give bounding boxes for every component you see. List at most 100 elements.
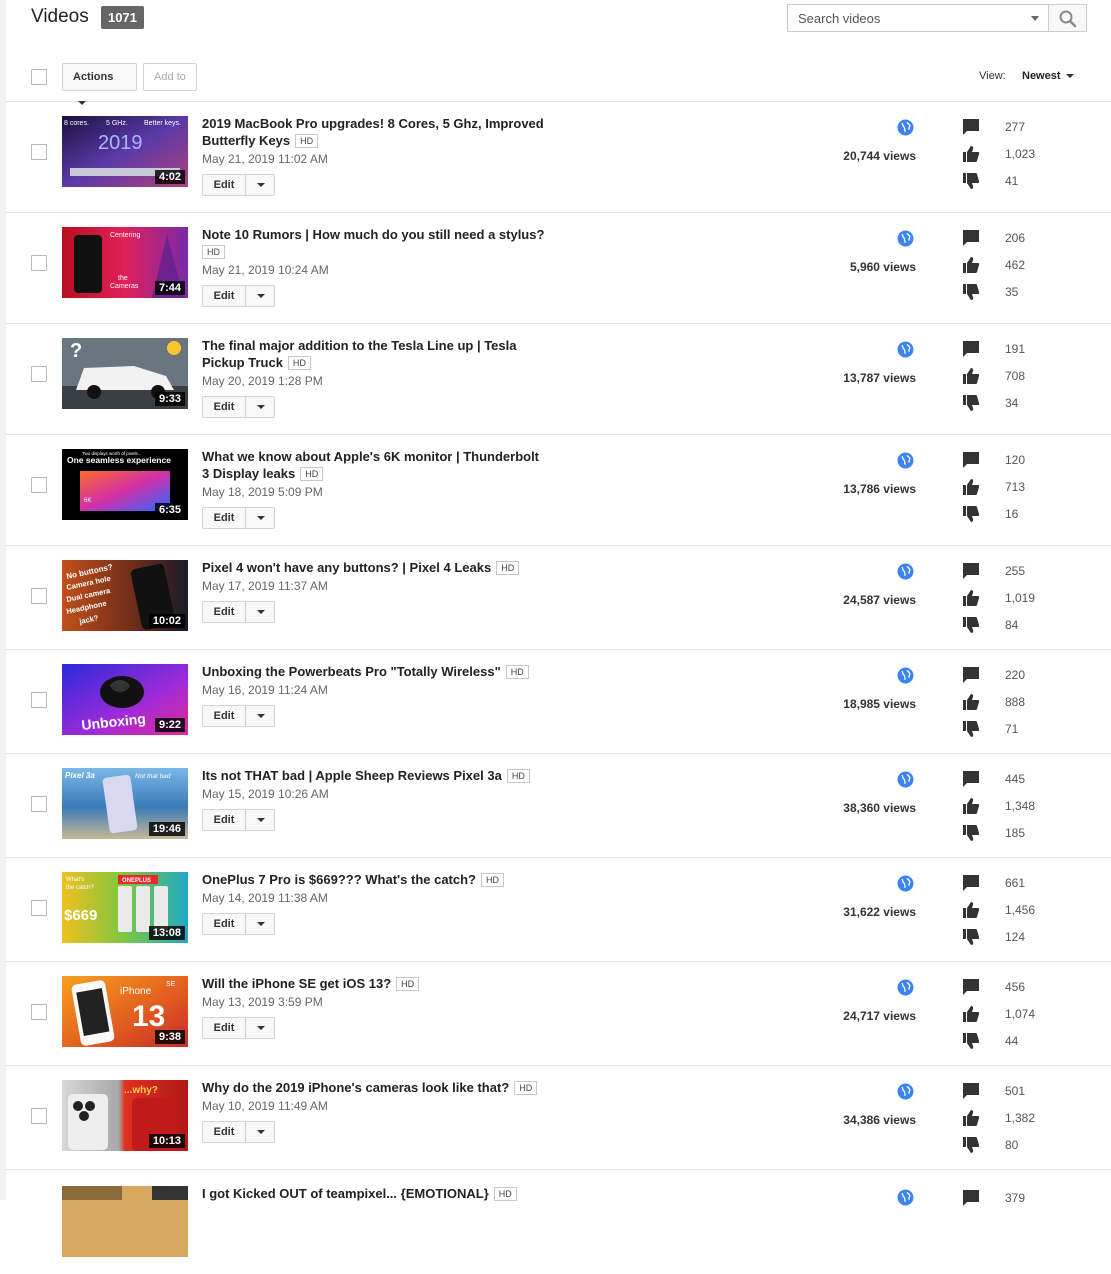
video-title[interactable]: Will the iPhone SE get iOS 13? xyxy=(202,976,391,991)
hd-badge: HD xyxy=(202,245,225,259)
row-checkbox[interactable] xyxy=(31,366,47,382)
sort-dropdown[interactable]: Newest xyxy=(1022,70,1074,82)
edit-menu-button[interactable] xyxy=(247,810,275,830)
video-info: Why do the 2019 iPhone's cameras look li… xyxy=(202,1079,547,1143)
select-all-checkbox[interactable] xyxy=(31,69,47,85)
video-title-block: Unboxing the Powerbeats Pro "Totally Wir… xyxy=(202,663,547,680)
dislike-count: 41 xyxy=(1005,174,1019,188)
edit-menu-button[interactable] xyxy=(247,397,275,417)
video-title[interactable]: Note 10 Rumors | How much do you still n… xyxy=(202,227,544,242)
video-title[interactable]: 2019 MacBook Pro upgrades! 8 Cores, 5 Gh… xyxy=(202,116,544,148)
thumbnail-text: iPhone xyxy=(120,986,152,997)
edit-button-group: Edit xyxy=(202,396,275,418)
edit-button[interactable]: Edit xyxy=(203,706,246,726)
edit-button[interactable]: Edit xyxy=(203,1018,246,1038)
view-count: 38,360 views xyxy=(843,801,916,815)
video-title-block: Note 10 Rumors | How much do you still n… xyxy=(202,226,547,260)
thumbs-up-icon xyxy=(963,257,980,273)
actions-button-label: Actions xyxy=(73,71,114,83)
edit-menu-button[interactable] xyxy=(247,1122,275,1142)
video-title[interactable]: Pixel 4 won't have any buttons? | Pixel … xyxy=(202,560,491,575)
video-row: ? 9:33 The final major addition to the T… xyxy=(6,324,1111,435)
edit-button[interactable]: Edit xyxy=(203,286,246,306)
edit-button-group: Edit xyxy=(202,705,275,727)
video-title[interactable]: Why do the 2019 iPhone's cameras look li… xyxy=(202,1080,509,1095)
video-row: Centering the Cameras 7:44 Note 10 Rumor… xyxy=(6,213,1111,324)
search-button[interactable] xyxy=(1049,4,1087,32)
video-title[interactable]: What we know about Apple's 6K monitor | … xyxy=(202,449,539,481)
video-duration: 19:46 xyxy=(148,822,185,836)
edit-menu-button[interactable] xyxy=(247,508,275,528)
comment-icon xyxy=(963,875,979,891)
search-options-dropdown[interactable] xyxy=(1031,16,1039,21)
video-thumbnail[interactable]: No buttons? Camera hole Dual camera Head… xyxy=(62,560,188,631)
row-checkbox[interactable] xyxy=(31,588,47,604)
row-checkbox[interactable] xyxy=(31,1004,47,1020)
thumbnail-text: the catch? xyxy=(66,885,94,891)
comment-count: 379 xyxy=(1005,1191,1026,1205)
video-thumbnail[interactable] xyxy=(62,1186,188,1257)
video-title[interactable]: Unboxing the Powerbeats Pro "Totally Wir… xyxy=(202,664,501,679)
video-title-block: Will the iPhone SE get iOS 13? HD xyxy=(202,975,547,992)
video-title[interactable]: Its not THAT bad | Apple Sheep Reviews P… xyxy=(202,768,502,783)
row-checkbox[interactable] xyxy=(31,1108,47,1124)
video-date: May 15, 2019 10:26 AM xyxy=(202,787,329,801)
edit-menu-button[interactable] xyxy=(247,286,275,306)
list-toolbar: Actions Add to View: Newest xyxy=(6,56,1111,106)
edit-button-group: Edit xyxy=(202,174,275,196)
video-thumbnail[interactable]: Pixel 3a Not that bad 19:46 xyxy=(62,768,188,839)
video-thumbnail[interactable]: Unboxing 9:22 xyxy=(62,664,188,735)
edit-menu-button[interactable] xyxy=(247,706,275,726)
like-count: 1,348 xyxy=(1005,799,1036,813)
edit-menu-button[interactable] xyxy=(247,1018,275,1038)
video-date: May 17, 2019 11:37 AM xyxy=(202,579,328,593)
thumbnail-text: SE xyxy=(166,981,176,988)
edit-button[interactable]: Edit xyxy=(203,1122,246,1142)
add-to-button[interactable]: Add to xyxy=(143,63,197,91)
row-checkbox[interactable] xyxy=(31,255,47,271)
like-count: 1,382 xyxy=(1005,1111,1036,1125)
video-info: Unboxing the Powerbeats Pro "Totally Wir… xyxy=(202,663,547,727)
video-title-block: What we know about Apple's 6K monitor | … xyxy=(202,448,547,482)
video-thumbnail[interactable]: ...why? 10:13 xyxy=(62,1080,188,1151)
edit-button[interactable]: Edit xyxy=(203,175,246,195)
view-count: 24,587 views xyxy=(843,593,916,607)
thumbs-down-icon xyxy=(963,1033,980,1049)
search-box[interactable] xyxy=(787,4,1049,32)
edit-menu-button[interactable] xyxy=(247,602,275,622)
video-title[interactable]: OnePlus 7 Pro is $669??? What's the catc… xyxy=(202,872,476,887)
chevron-down-icon xyxy=(257,922,265,926)
comment-count: 120 xyxy=(1005,453,1026,467)
edit-button[interactable]: Edit xyxy=(203,914,246,934)
edit-menu-button[interactable] xyxy=(247,914,275,934)
video-title[interactable]: The final major addition to the Tesla Li… xyxy=(202,338,516,370)
comment-count: 255 xyxy=(1005,564,1026,578)
video-row: Two displays worth of pixels... One seam… xyxy=(6,435,1111,546)
search-input[interactable] xyxy=(788,5,1024,31)
row-checkbox[interactable] xyxy=(31,796,47,812)
edit-button[interactable]: Edit xyxy=(203,810,246,830)
row-checkbox[interactable] xyxy=(31,900,47,916)
video-thumbnail[interactable]: Two displays worth of pixels... One seam… xyxy=(62,449,188,520)
video-thumbnail[interactable]: ? 9:33 xyxy=(62,338,188,409)
globe-icon xyxy=(897,875,914,892)
row-checkbox[interactable] xyxy=(31,477,47,493)
video-thumbnail[interactable]: What's the catch? ONEPLUS $669 13:08 xyxy=(62,872,188,943)
actions-button[interactable]: Actions xyxy=(62,63,137,106)
video-title[interactable]: I got Kicked OUT of teampixel... {EMOTIO… xyxy=(202,1186,489,1201)
video-thumbnail[interactable]: Centering the Cameras 7:44 xyxy=(62,227,188,298)
row-checkbox[interactable] xyxy=(31,144,47,160)
edit-button-group: Edit xyxy=(202,1017,275,1039)
comment-icon xyxy=(963,1083,979,1099)
edit-button[interactable]: Edit xyxy=(203,602,246,622)
like-count: 1,019 xyxy=(1005,591,1036,605)
edit-menu-button[interactable] xyxy=(247,175,275,195)
hd-badge: HD xyxy=(481,873,504,887)
edit-button[interactable]: Edit xyxy=(203,397,246,417)
video-thumbnail[interactable]: 8 cores. 5 GHz. Better keys. 2019 4:02 xyxy=(62,116,188,187)
row-checkbox[interactable] xyxy=(31,692,47,708)
video-thumbnail[interactable]: iPhone SE 13 9:38 xyxy=(62,976,188,1047)
globe-icon xyxy=(897,1189,914,1206)
dislike-count: 71 xyxy=(1005,722,1019,736)
edit-button[interactable]: Edit xyxy=(203,508,246,528)
